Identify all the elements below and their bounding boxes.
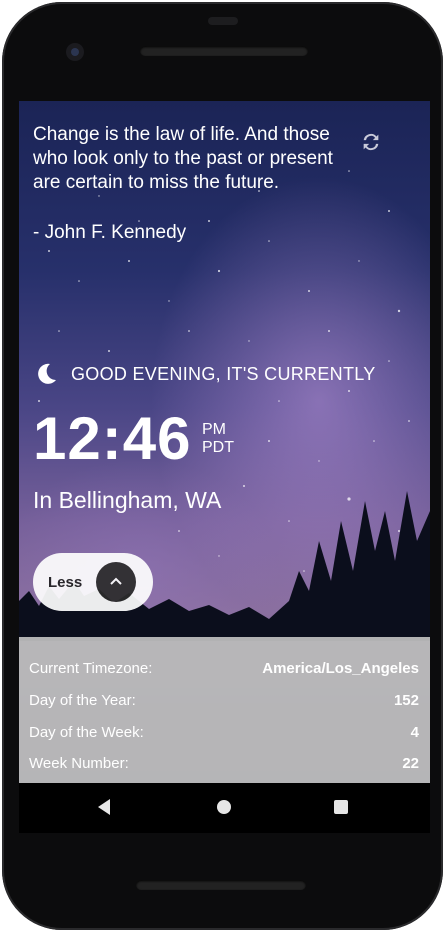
detail-row-day-of-year: Day of the Year: 152: [29, 692, 419, 714]
details-panel: Current Timezone: America/Los_Angeles Da…: [19, 637, 430, 783]
status-bar: [19, 101, 430, 123]
speaker-grille-top: [140, 46, 308, 56]
detail-label: Current Timezone:: [29, 660, 153, 677]
speaker-grille-bottom: [136, 880, 306, 890]
less-label: Less: [48, 573, 83, 591]
detail-value: America/Los_Angeles: [262, 660, 419, 677]
front-camera: [66, 43, 84, 61]
detail-label: Week Number:: [29, 755, 129, 772]
nav-recents-icon[interactable]: [333, 799, 349, 815]
detail-value: 22: [402, 755, 419, 772]
app-screen: Change is the law of life. And those who…: [19, 101, 430, 783]
less-toggle-button[interactable]: Less: [33, 553, 153, 611]
phone-frame: Change is the law of life. And those who…: [0, 0, 445, 934]
timezone-abbrev: PDT: [202, 439, 234, 456]
greeting-row: GOOD EVENING, IT'S CURRENTLY: [33, 359, 376, 389]
location-text: In Bellingham, WA: [33, 487, 222, 513]
clock-suffix: PM PDT: [202, 421, 234, 457]
clock-time: 12:46: [33, 405, 192, 472]
nav-back-icon[interactable]: [96, 798, 112, 816]
detail-row-day-of-week: Day of the Week: 4: [29, 724, 419, 746]
quote-author: - John F. Kennedy: [33, 222, 187, 243]
detail-row-week-number: Week Number: 22: [29, 755, 419, 777]
detail-row-timezone: Current Timezone: America/Los_Angeles: [29, 660, 419, 682]
refresh-icon[interactable]: [360, 131, 382, 153]
nav-home-icon[interactable]: [216, 799, 232, 815]
chevron-up-icon[interactable]: [96, 562, 136, 602]
detail-label: Day of the Year:: [29, 692, 136, 709]
ampm-label: PM: [202, 421, 226, 438]
earpiece-slot: [208, 17, 238, 25]
quote-text: Change is the law of life. And those who…: [33, 124, 333, 193]
detail-label: Day of the Week:: [29, 724, 144, 741]
detail-value: 152: [393, 692, 419, 709]
moon-icon: [38, 363, 56, 384]
detail-value: 4: [410, 724, 419, 741]
greeting-text: GOOD EVENING, IT'S CURRENTLY: [71, 363, 376, 384]
system-nav-bar: [19, 783, 430, 833]
